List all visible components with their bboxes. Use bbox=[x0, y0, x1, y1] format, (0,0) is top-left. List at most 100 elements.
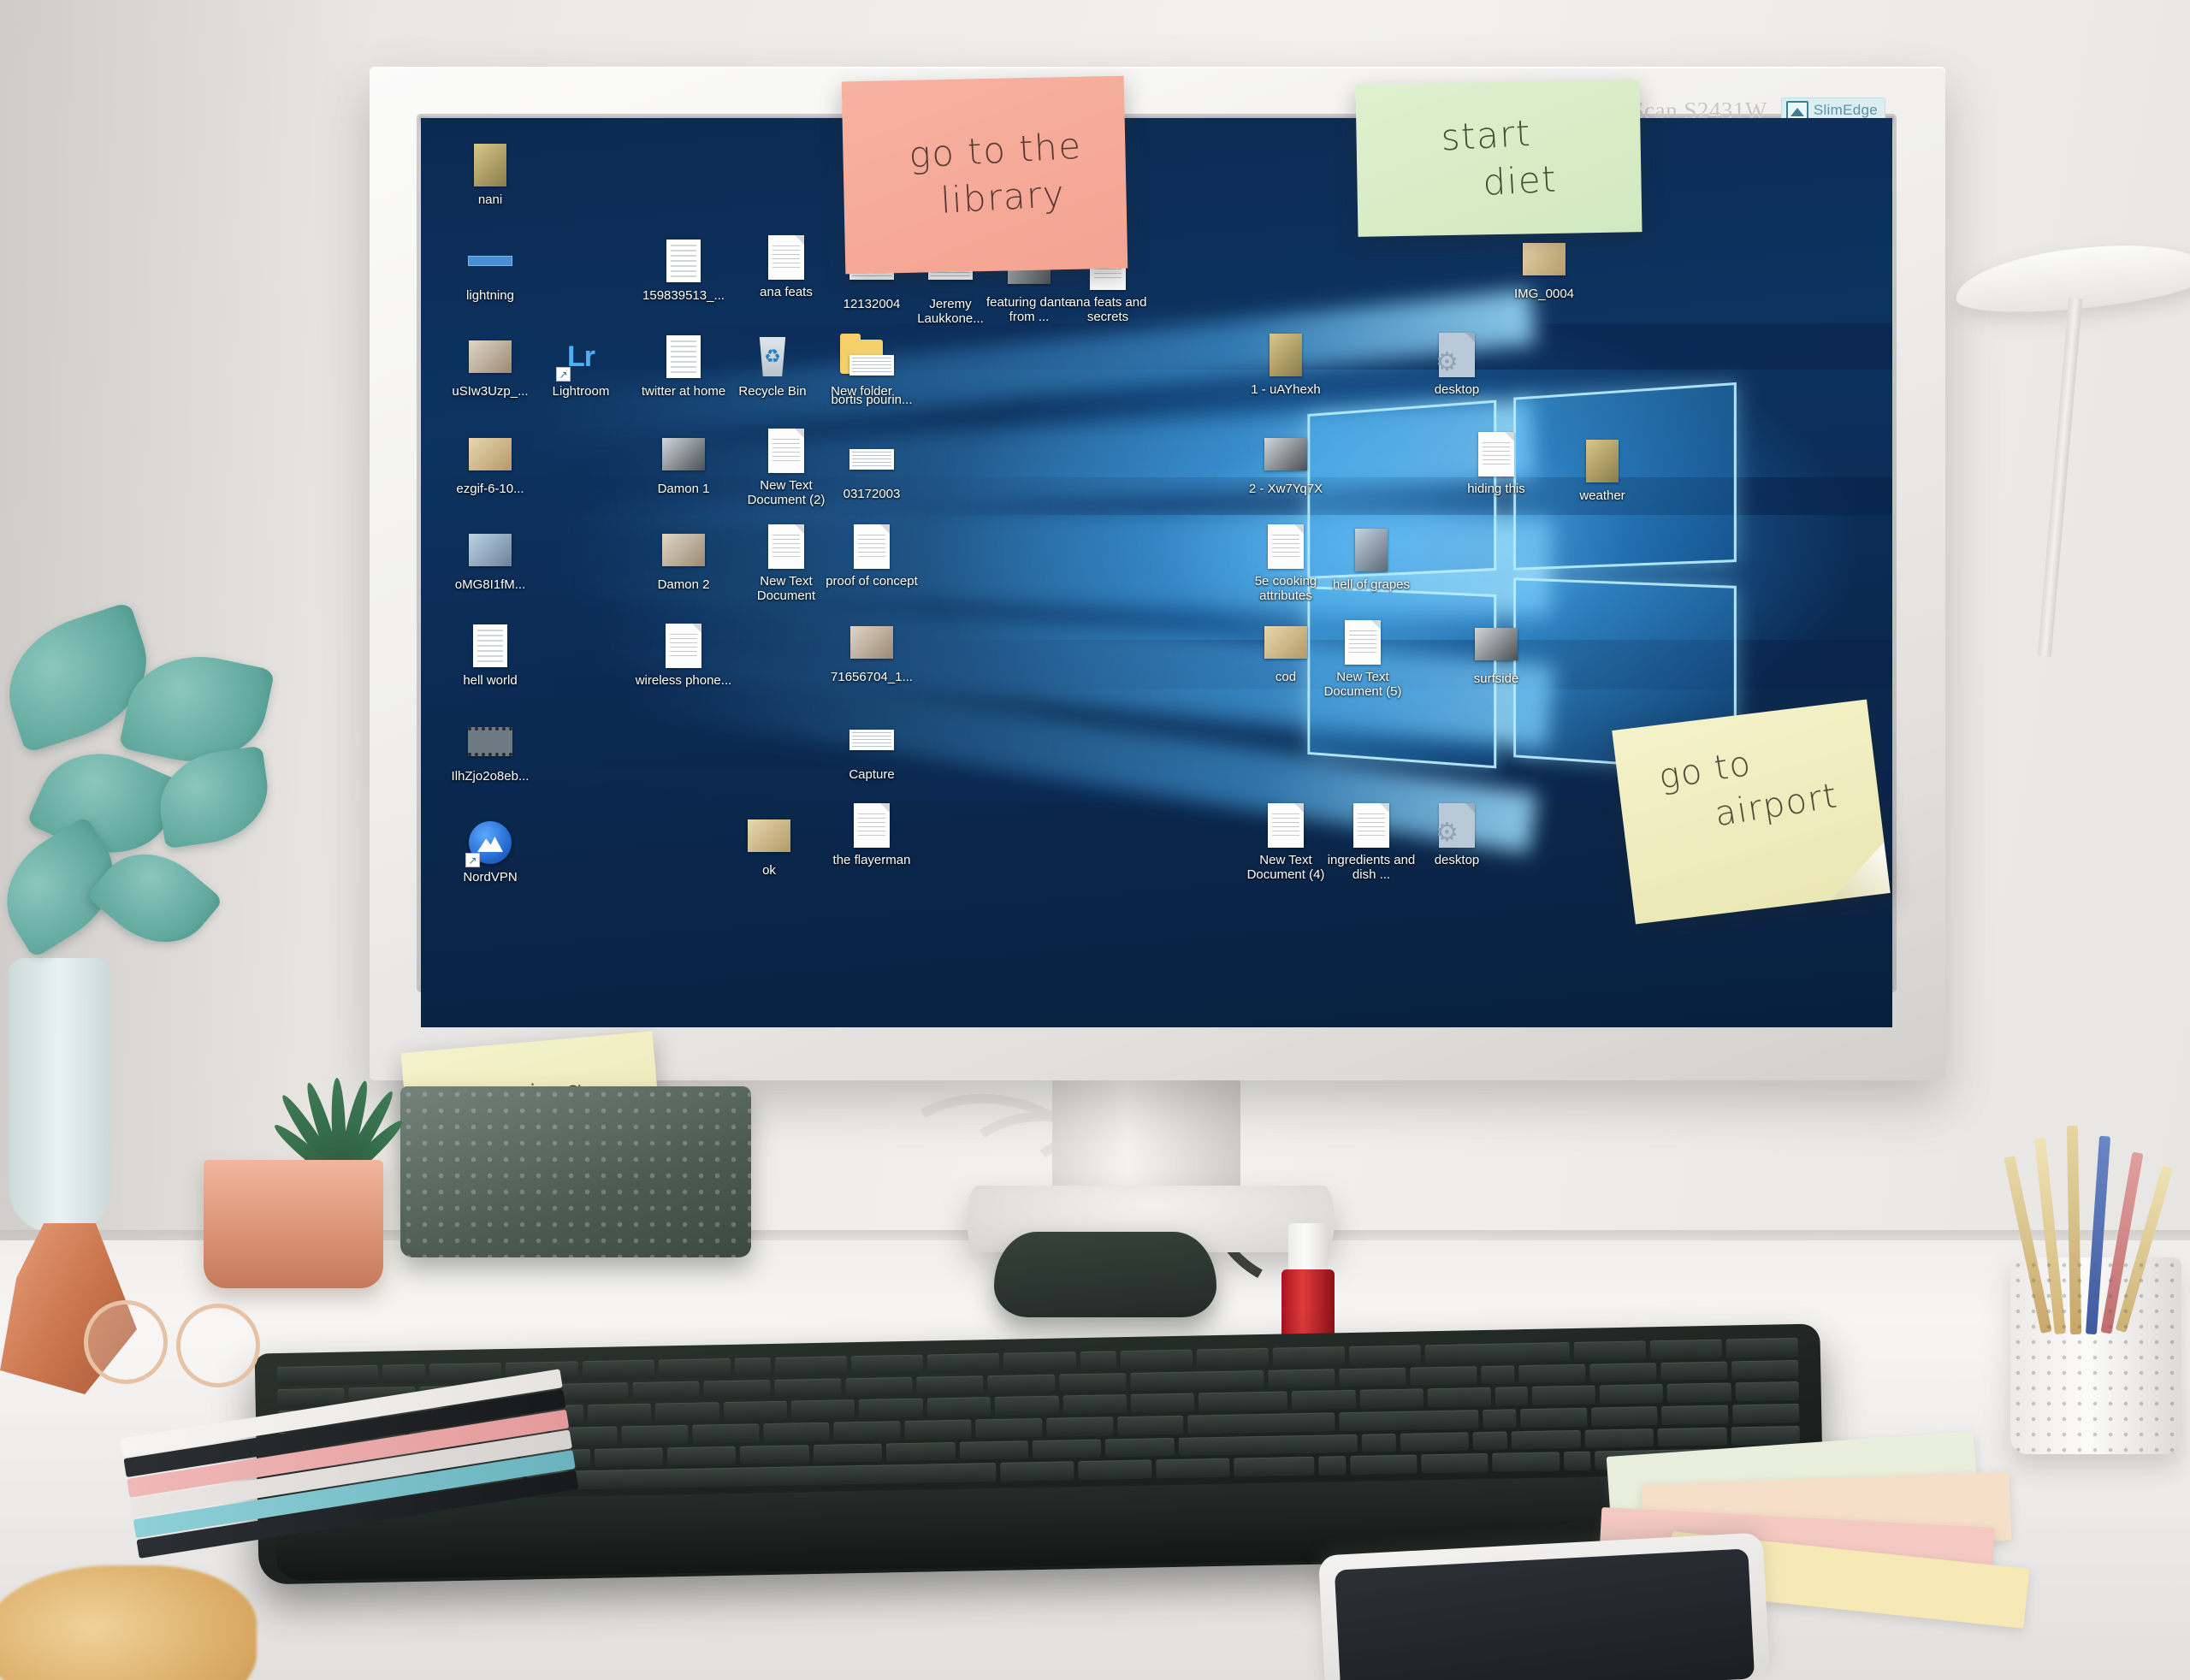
sticky-note-diet-line1: start bbox=[1440, 111, 1532, 159]
desktop-icon-label: nani bbox=[477, 192, 503, 207]
text-document-icon bbox=[1345, 620, 1381, 665]
desktop-icon-label: hell of grapes bbox=[1332, 577, 1411, 592]
desktop-icon-label: IMG_0004 bbox=[1513, 287, 1575, 301]
photo-thumbnail-icon bbox=[1270, 334, 1302, 376]
settings-file-icon bbox=[1435, 803, 1475, 848]
slimedge-label: SlimEdge bbox=[1813, 102, 1878, 118]
blue-bar-icon bbox=[468, 256, 512, 266]
sticky-note-diet-line2: diet bbox=[1481, 157, 1558, 204]
glass-vase bbox=[9, 958, 111, 1232]
nail-polish-bottle bbox=[1281, 1223, 1335, 1339]
photo-thumbnail-icon bbox=[662, 438, 705, 470]
desktop-icon[interactable]: bortis pourin... bbox=[821, 342, 922, 407]
monitor: FlexScan S2431W SlimEdge nani lightning … bbox=[370, 67, 1945, 1080]
desktop-icon[interactable]: nani bbox=[440, 142, 541, 207]
desktop-icon[interactable]: ok bbox=[719, 813, 820, 878]
text-document-icon bbox=[1353, 803, 1389, 848]
desktop-icon-label: 03172003 bbox=[843, 487, 901, 501]
photo-thumbnail-icon bbox=[748, 819, 790, 852]
sticky-note-airport[interactable]: go to airport bbox=[1612, 699, 1891, 925]
sticky-note-library-line2: library bbox=[939, 173, 1067, 222]
desktop-icon-label: ana feats and secrets bbox=[1068, 295, 1147, 324]
snippet-icon bbox=[849, 730, 894, 750]
desktop-icon[interactable]: Recycle Bin bbox=[722, 334, 823, 399]
photo-thumbnail-icon bbox=[469, 534, 512, 566]
desktop-icon-label: desktop bbox=[1434, 853, 1480, 867]
desktop-icon-label: Capture bbox=[849, 767, 895, 782]
desktop-icon[interactable]: ezgif-6-10... bbox=[440, 431, 541, 496]
screenshot-icon bbox=[666, 240, 701, 282]
desktop-icon[interactable]: IMG_0004 bbox=[1494, 236, 1595, 301]
photo-thumbnail-icon bbox=[1475, 628, 1518, 660]
desktop-icon-label: the flayerman bbox=[832, 853, 911, 867]
text-document-icon bbox=[854, 803, 890, 848]
smartphone[interactable] bbox=[1317, 1532, 1771, 1680]
desktop-icon[interactable]: surfside bbox=[1446, 621, 1547, 686]
desktop-icon[interactable]: oMG8I1fM... bbox=[440, 527, 541, 592]
desktop-icon-label: ezgif-6-10... bbox=[456, 482, 524, 496]
desktop-icon[interactable]: 159839513_... bbox=[633, 238, 734, 303]
desktop-icon-label: wireless phone... bbox=[635, 673, 732, 688]
desktop-icon[interactable]: Damon 2 bbox=[633, 527, 734, 592]
desktop-icon[interactable]: desktop bbox=[1406, 332, 1507, 397]
mesh-desk-organizer bbox=[400, 1086, 751, 1257]
desktop-icon-label: uSIw3Uzp_... bbox=[452, 384, 529, 399]
desktop-icon-label: Damon 1 bbox=[657, 482, 710, 496]
desktop-icon[interactable]: twitter at home bbox=[633, 334, 734, 399]
sticky-note-diet[interactable]: start diet bbox=[1355, 80, 1642, 237]
desktop-icon-label: bortis pourin... bbox=[831, 393, 913, 407]
photo-thumbnail-icon bbox=[1523, 243, 1566, 275]
plant-pot bbox=[204, 1160, 383, 1288]
film-strip-icon bbox=[468, 727, 512, 756]
desktop-icon[interactable]: proof of concept bbox=[821, 524, 922, 589]
monitor-icon bbox=[1785, 101, 1808, 120]
computer-mouse[interactable] bbox=[994, 1232, 1216, 1317]
desktop-icon[interactable]: desktop bbox=[1406, 802, 1507, 867]
desktop-icon-label: hiding this bbox=[1467, 482, 1525, 496]
desktop-icon[interactable]: IlhZjo2o8eb... bbox=[440, 719, 541, 784]
sticky-note-library[interactable]: go to the library bbox=[841, 75, 1128, 275]
desktop-icon-label: twitter at home bbox=[641, 384, 726, 399]
desktop-icon[interactable]: hiding this bbox=[1446, 431, 1547, 496]
shortcut-arrow-icon: ↗ bbox=[556, 367, 571, 382]
desktop-icon-label: hell world bbox=[463, 673, 518, 688]
settings-file-icon bbox=[1435, 333, 1475, 377]
snippet-icon bbox=[849, 449, 894, 470]
desktop-icon[interactable]: hell of grapes bbox=[1321, 527, 1422, 592]
desktop-icon-label: IlhZjo2o8eb... bbox=[451, 769, 530, 784]
desktop-icon-label: 12132004 bbox=[843, 297, 901, 311]
recycle-bin-icon bbox=[759, 337, 786, 376]
photo-thumbnail-icon bbox=[474, 144, 506, 186]
desktop-icon[interactable]: the flayerman bbox=[821, 802, 922, 867]
desktop-icon[interactable]: New Text Document (5) bbox=[1312, 619, 1413, 699]
croissant bbox=[0, 1565, 257, 1680]
desktop-icon[interactable]: 2 - Xw7Yq7X bbox=[1235, 431, 1336, 496]
text-document-icon bbox=[1268, 803, 1304, 848]
succulent-plant bbox=[257, 1018, 419, 1186]
desktop-icon-label: surfside bbox=[1473, 671, 1519, 686]
shortcut-arrow-icon: ↗ bbox=[465, 853, 480, 867]
desktop-icon[interactable]: 1 - uAYhexh bbox=[1235, 332, 1336, 397]
photo-thumbnail-icon bbox=[469, 438, 512, 470]
photo-thumbnail-icon bbox=[850, 626, 893, 659]
desktop-icon[interactable]: weather bbox=[1552, 438, 1653, 503]
text-document-icon bbox=[768, 429, 804, 473]
text-document-icon bbox=[854, 524, 890, 569]
desktop-icon-label: New Text Document (5) bbox=[1323, 670, 1402, 699]
desktop-icon[interactable]: 03172003 bbox=[821, 436, 922, 501]
desktop-icon[interactable]: lightning bbox=[440, 238, 541, 303]
desktop-icon[interactable]: uSIw3Uzp_... bbox=[440, 334, 541, 399]
desktop-icon[interactable]: ↗ NordVPN bbox=[440, 819, 541, 884]
desktop-icon-label: 71656704_1... bbox=[831, 670, 913, 684]
desktop-icon[interactable]: Damon 1 bbox=[633, 431, 734, 496]
desktop-icon-label: NordVPN bbox=[463, 870, 518, 884]
desktop-icon[interactable]: hell world bbox=[440, 623, 541, 688]
phone-screen[interactable] bbox=[1334, 1548, 1755, 1680]
desktop-icon-label: desktop bbox=[1434, 382, 1480, 397]
desktop-icon[interactable]: 71656704_1... bbox=[821, 619, 922, 684]
desktop-icon[interactable]: Lr ↗ Lightroom bbox=[530, 334, 631, 399]
desktop-icon[interactable]: Capture bbox=[821, 717, 922, 782]
desktop-icon[interactable]: wireless phone... bbox=[633, 623, 734, 688]
photo-thumbnail-icon bbox=[1264, 438, 1307, 470]
desktop-icon-label: 1 - uAYhexh bbox=[1251, 382, 1321, 397]
